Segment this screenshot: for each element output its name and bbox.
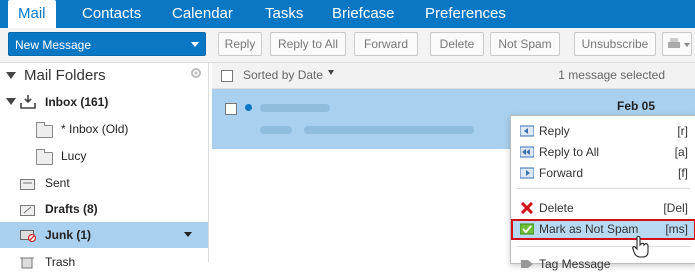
menu-item-reply-all[interactable]: Reply to All [a]: [511, 142, 695, 163]
print-button[interactable]: [662, 32, 692, 56]
mail-folders-header[interactable]: Mail Folders: [0, 63, 208, 89]
delete-icon: [520, 202, 534, 214]
new-message-label: New Message: [15, 38, 92, 52]
menu-item-shortcut: [ms]: [665, 222, 688, 236]
chevron-down-icon[interactable]: [184, 232, 192, 237]
folder-drafts[interactable]: Drafts (8): [0, 196, 208, 222]
drafts-icon: [20, 205, 35, 216]
sent-icon: [20, 179, 35, 190]
inbox-icon: [20, 95, 36, 109]
menu-item-shortcut: [f]: [677, 166, 688, 180]
not-spam-button[interactable]: Not Spam: [490, 32, 560, 56]
folder-inbox[interactable]: Inbox (161): [0, 89, 208, 115]
trash-icon: [20, 257, 34, 269]
tab-calendar[interactable]: Calendar: [172, 0, 233, 28]
tab-mail[interactable]: Mail: [8, 0, 56, 30]
menu-item-shortcut: [r]: [677, 124, 688, 138]
select-all-checkbox[interactable]: [221, 70, 233, 82]
gear-icon[interactable]: [190, 67, 202, 79]
print-icon: [668, 38, 680, 48]
tab-contacts[interactable]: Contacts: [82, 0, 141, 28]
menu-item-label: Reply to All: [539, 145, 600, 159]
reply-icon: [520, 125, 534, 137]
folder-junk[interactable]: Junk (1): [0, 222, 208, 248]
toolbar: New Message Reply Reply to All Forward D…: [0, 28, 695, 63]
folder-label: Trash: [45, 255, 76, 269]
new-message-button[interactable]: New Message: [8, 32, 206, 56]
menu-item-label: Mark as Not Spam: [539, 222, 639, 236]
folder-trash[interactable]: Trash: [0, 249, 208, 275]
forward-button[interactable]: Forward: [354, 32, 418, 56]
menu-item-mark-not-spam[interactable]: Mark as Not Spam [ms]: [511, 219, 695, 240]
menu-item-shortcut: [a]: [674, 145, 688, 159]
folder-label: * Inbox (Old): [61, 122, 129, 136]
top-tab-bar: Mail Contacts Calendar Tasks Briefcase P…: [0, 0, 695, 30]
message-list-header: Sorted by Date 1 message selected: [212, 63, 695, 89]
folder-lucy[interactable]: Lucy: [0, 143, 208, 169]
folder-inbox-old[interactable]: * Inbox (Old): [0, 116, 208, 142]
selection-status: 1 message selected: [558, 68, 665, 82]
context-menu: Reply [r] Reply to All [a] Forward [f] D…: [510, 115, 695, 271]
reply-all-button[interactable]: Reply to All: [270, 32, 346, 56]
mail-folders-title: Mail Folders: [24, 67, 106, 84]
reply-button[interactable]: Reply: [218, 32, 262, 56]
menu-item-label: Tag Message: [539, 257, 611, 271]
sort-label[interactable]: Sorted by Date: [243, 63, 323, 87]
message-date: Feb 05: [616, 99, 655, 113]
tab-preferences[interactable]: Preferences: [425, 0, 506, 28]
chevron-down-icon[interactable]: [191, 42, 199, 47]
sender-redacted: [260, 104, 330, 112]
menu-item-tag-message[interactable]: Tag Message: [511, 254, 695, 275]
folder-sidebar: Mail Folders Inbox (161) * Inbox (Old) L…: [0, 63, 209, 269]
menu-item-reply[interactable]: Reply [r]: [511, 121, 695, 142]
subject-redacted: [260, 126, 292, 134]
folder-icon: [36, 122, 53, 138]
hand-cursor-icon: [632, 236, 649, 258]
menu-item-shortcut: [Del]: [663, 201, 688, 215]
folder-label: Lucy: [61, 149, 87, 163]
folder-sent[interactable]: Sent: [0, 170, 208, 196]
menu-item-label: Delete: [539, 201, 574, 215]
menu-item-forward[interactable]: Forward [f]: [511, 163, 695, 184]
folder-icon: [36, 149, 53, 165]
forward-icon: [520, 167, 534, 179]
chevron-down-icon: [684, 43, 690, 47]
menu-item-label: Forward: [539, 166, 584, 180]
folder-label: Drafts (8): [45, 202, 98, 216]
menu-item-label: Reply: [539, 124, 570, 138]
message-checkbox[interactable]: [225, 103, 237, 115]
tag-icon: [521, 260, 533, 268]
junk-icon: [20, 230, 36, 242]
delete-button[interactable]: Delete: [430, 32, 484, 56]
snippet-redacted: [304, 126, 474, 134]
menu-item-delete[interactable]: Delete [Del]: [511, 198, 695, 219]
folder-label: Inbox (161): [45, 95, 109, 109]
tab-briefcase[interactable]: Briefcase: [332, 0, 395, 28]
collapse-icon[interactable]: [6, 98, 16, 105]
menu-divider: [517, 188, 690, 189]
not-spam-icon: [520, 223, 534, 235]
unsubscribe-button[interactable]: Unsubscribe: [574, 32, 656, 56]
folder-label: Junk (1): [45, 228, 92, 242]
reply-all-icon: [520, 146, 534, 158]
sort-icon[interactable]: [328, 70, 334, 75]
collapse-icon[interactable]: [6, 72, 16, 79]
menu-divider: [517, 246, 690, 247]
unread-dot[interactable]: [245, 104, 252, 111]
folder-label: Sent: [45, 176, 70, 190]
tab-tasks[interactable]: Tasks: [265, 0, 303, 28]
